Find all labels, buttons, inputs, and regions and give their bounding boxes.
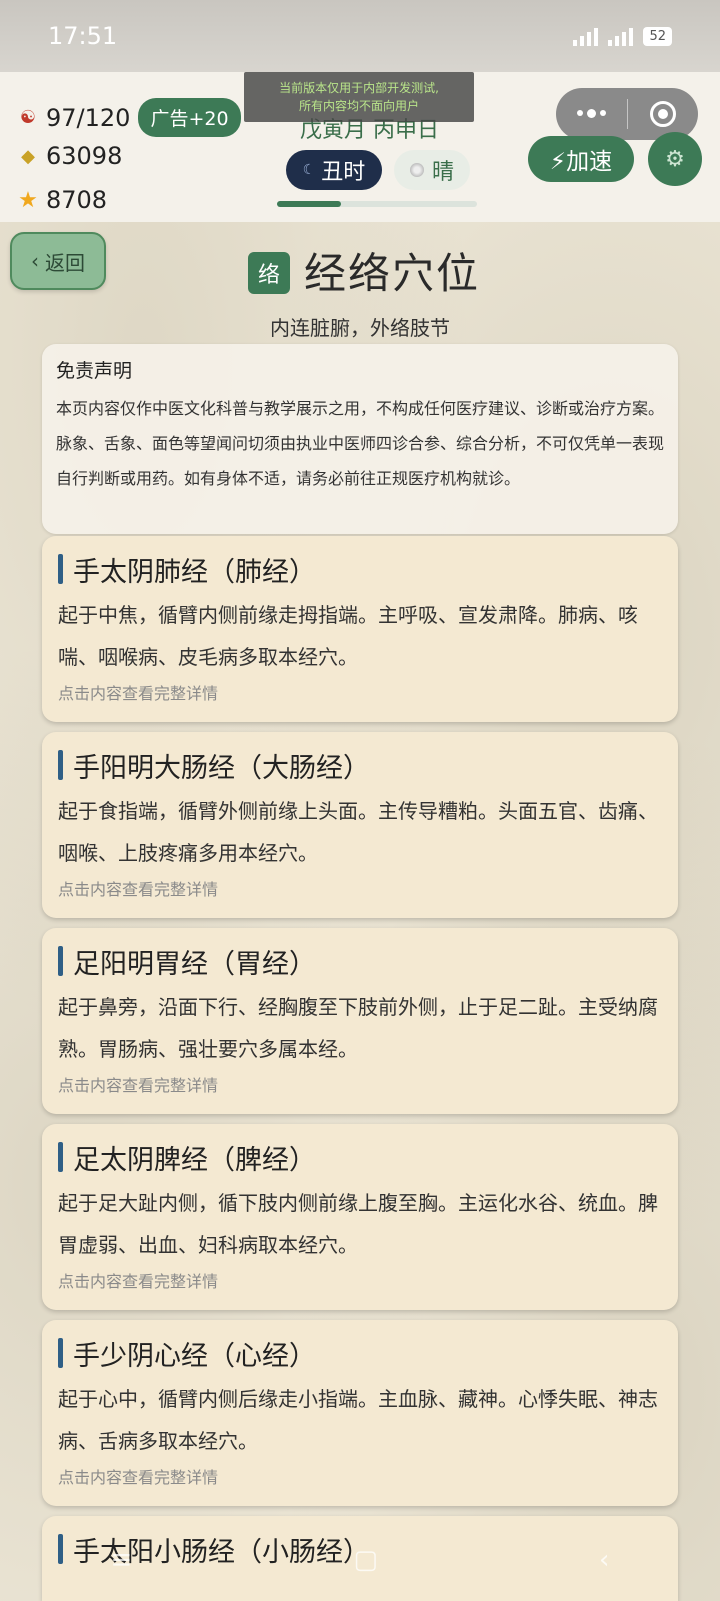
dev-banner: 当前版本仅用于内部开发测试, 所有内容均不面向用户 [244,72,474,122]
meridian-card[interactable]: 手阳明大肠经（大肠经） 起于食指端，循臂外侧前缘上头面。主传导糟粕。头面五官、齿… [42,732,678,918]
title-accent-bar [58,1338,63,1368]
day-progress-bar [277,201,477,207]
meridian-title: 手太阴肺经（肺经） [58,550,662,588]
meridian-desc: 起于食指端，循臂外侧前缘上头面。主传导糟粕。头面五官、齿痛、咽喉、上肢疼痛多用本… [58,799,658,865]
meridian-hint: 点击内容查看完整详情 [58,684,219,703]
star-icon: ★ [18,187,38,213]
title-accent-bar [58,946,63,976]
meridian-title: 足阳明胃经（胃经） [58,942,662,980]
disclaimer-card: 免责声明 本页内容仅作中医文化科普与教学展示之用，不构成任何医疗建议、诊断或治疗… [42,344,678,534]
more-dots-icon [576,109,606,118]
signal-icon [573,26,599,46]
page-title: 经络穴位 [304,249,481,298]
day-progress-fill [277,201,341,207]
battery-icon: 52 [643,26,672,46]
gear-icon: ⚙ [665,146,685,172]
meridian-card[interactable]: 足阳明胃经（胃经） 起于鼻旁，沿面下行、经胸腹至下肢前外侧，止于足二趾。主受纳腐… [42,928,678,1114]
target-icon [649,101,676,127]
settings-button[interactable]: ⚙ [648,132,702,186]
energy-stat: ☯ 97/120 广告+20 [18,98,241,137]
dev-banner-line2: 所有内容均不面向用户 [298,99,419,113]
meridian-desc: 起于鼻旁，沿面下行、经胸腹至下肢前外侧，止于足二趾。主受纳腐熟。胃肠病、强壮要穴… [58,995,658,1061]
energy-icon: ☯ [19,107,37,128]
meridian-desc: 起于足大趾内侧，循下肢内侧前缘上腹至胸。主运化水谷、统血。脾胃虚弱、出血、妇科病… [58,1191,658,1257]
coins-value: 63098 [46,142,123,170]
more-menu-button[interactable] [556,88,627,140]
meridian-card[interactable]: 足太阴脾经（脾经） 起于足大趾内侧，循下肢内侧前缘上腹至胸。主运化水谷、统血。脾… [42,1124,678,1310]
disclaimer-body: 本页内容仅作中医文化科普与教学展示之用，不构成任何医疗建议、诊断或治疗方案。脉象… [56,399,665,488]
status-icons: 52 [573,26,672,46]
hour-label: 丑时 [321,160,366,185]
title-accent-bar [58,1142,63,1172]
meridian-hint: 点击内容查看完整详情 [58,1468,219,1487]
title-accent-bar [58,1534,63,1564]
moon-icon: ☾ [302,162,316,178]
status-time: 17:51 [48,22,118,50]
weather-label: 晴 [431,160,454,185]
disclaimer-title: 免责声明 [56,360,133,382]
weather-icon [409,163,424,177]
coin-icon: ◆ [21,145,35,167]
hour-pill[interactable]: ☾ 丑时 [286,150,382,190]
meridian-title: 手阳明大肠经（大肠经） [58,746,662,784]
meridian-card[interactable]: 手太阳小肠经（小肠经） [42,1516,678,1601]
meridian-desc: 起于中焦，循臂内侧前缘走拇指端。主呼吸、宣发肃降。肺病、咳喘、咽喉病、皮毛病多取… [58,603,638,669]
meridian-title: 手太阳小肠经（小肠经） [58,1530,662,1568]
back-button[interactable]: ‹ 返回 [10,232,106,290]
close-program-button[interactable] [628,88,699,140]
meridian-hint: 点击内容查看完整详情 [58,1272,219,1291]
speed-up-button[interactable]: ⚡加速 [528,136,634,182]
stars-value: 8708 [46,186,108,214]
signal-icon-2 [608,26,634,46]
dev-banner-line1: 当前版本仅用于内部开发测试, [279,81,439,95]
meridian-card[interactable]: 手少阴心经（心经） 起于心中，循臂内侧后缘走小指端。主血脉、藏神。心悸失眠、神志… [42,1320,678,1506]
status-bar: 17:51 52 [0,0,720,72]
meridian-hint: 点击内容查看完整详情 [58,1076,219,1095]
ad-bonus-button[interactable]: 广告+20 [138,98,241,137]
meridian-hint: 点击内容查看完整详情 [58,880,219,899]
meridian-card[interactable]: 手太阴肺经（肺经） 起于中焦，循臂内侧前缘走拇指端。主呼吸、宣发肃降。肺病、咳喘… [42,536,678,722]
title-accent-bar [58,554,63,584]
coins-stat: ◆ 63098 [18,142,122,170]
meridian-desc: 起于心中，循臂内侧后缘走小指端。主血脉、藏神。心悸失眠、神志病、舌病多取本经穴。 [58,1387,658,1453]
meridian-title: 足太阴脾经（脾经） [58,1138,662,1176]
page-badge: 络 [248,252,290,294]
meridian-title: 手少阴心经（心经） [58,1334,662,1372]
title-accent-bar [58,750,63,780]
back-label: 返回 [45,250,85,275]
page-subtitle: 内连脏腑，外络肢节 [270,316,450,340]
stars-stat: ★ 8708 [18,186,107,214]
chevron-left-icon: ‹ [31,249,39,273]
energy-value: 97/120 [46,103,131,132]
weather-pill[interactable]: 晴 [394,150,470,190]
